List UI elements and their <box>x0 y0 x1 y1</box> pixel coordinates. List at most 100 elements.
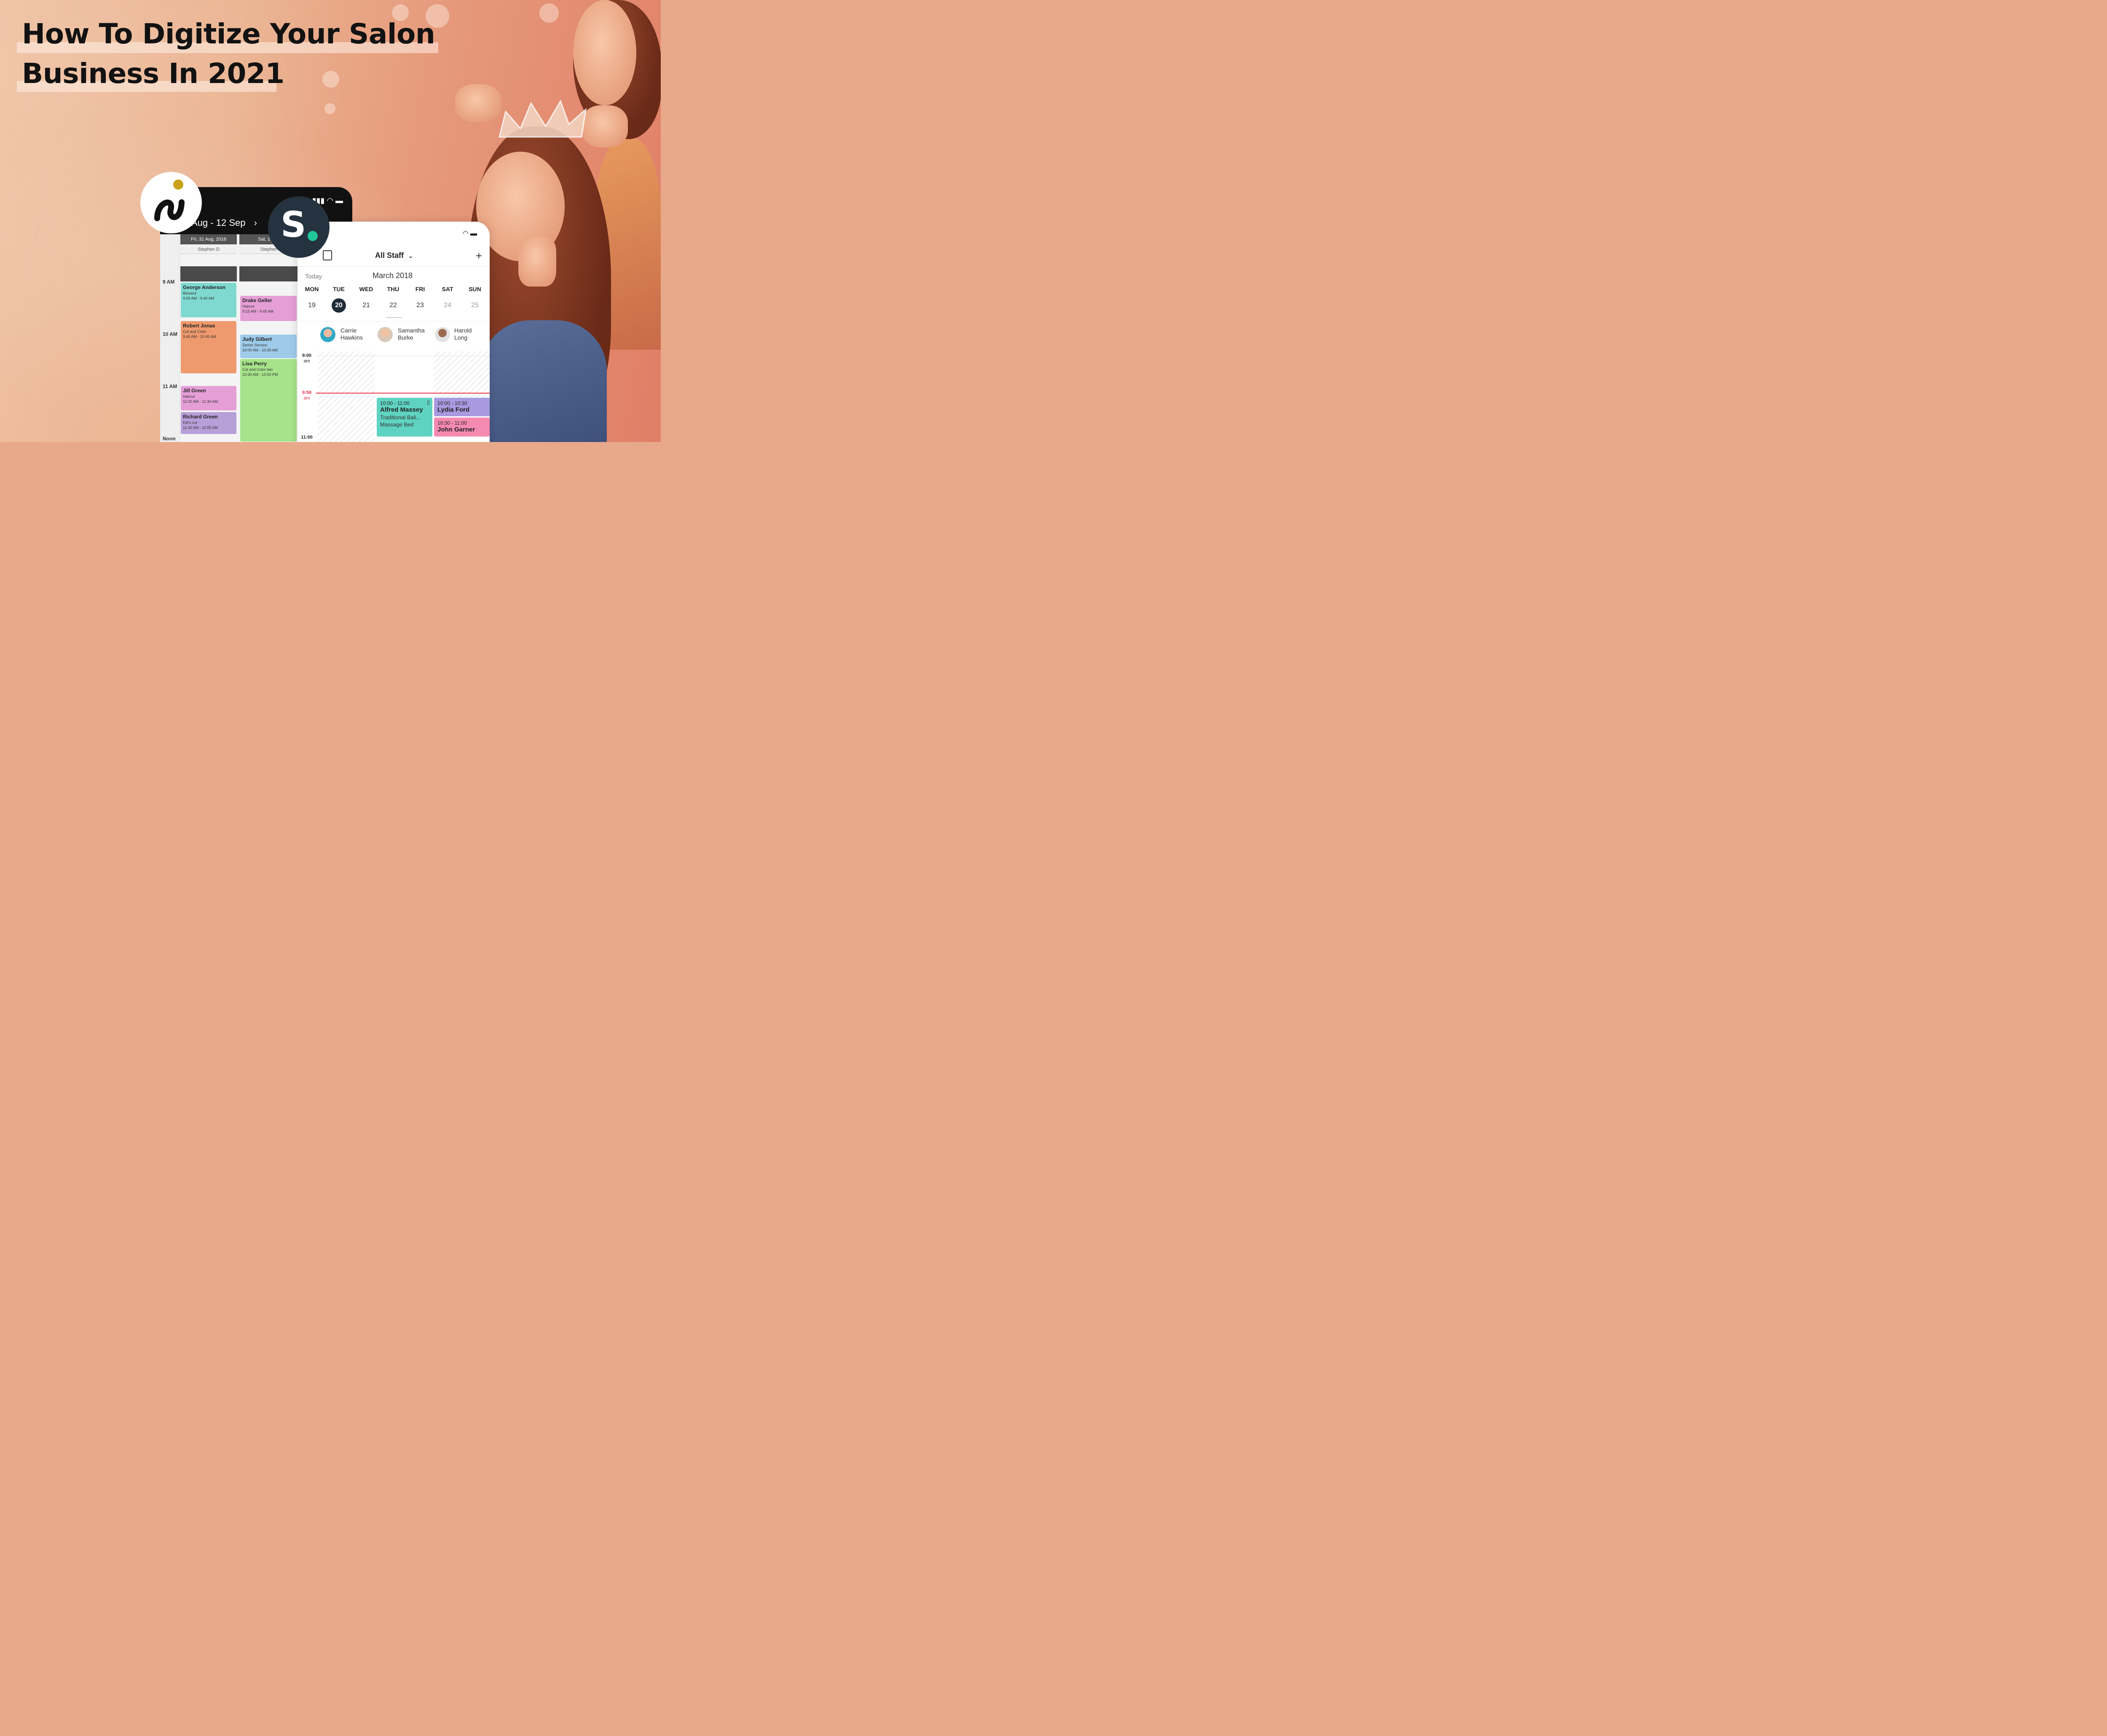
appointment-card[interactable]: Robert Jonas Cut and Color 9:45 AM - 10:… <box>181 321 236 373</box>
time-column: 9 AM 10 AM 11 AM Noon <box>160 234 180 442</box>
avatar <box>435 327 450 342</box>
unavailable-time <box>433 351 490 398</box>
calendar-icon[interactable] <box>323 250 332 260</box>
appointment-client: Drake Geller <box>242 297 272 303</box>
appointment-client: John Garner <box>437 426 475 433</box>
today-button[interactable]: Today <box>305 273 322 280</box>
appointment-card[interactable]: 10:00 - 11:00 Alfred Massey Traditional … <box>377 398 432 437</box>
drag-handle[interactable] <box>386 317 402 318</box>
day-name: SAT <box>442 286 453 292</box>
appointment-card[interactable]: Judy Gilbert Senior Service 10:00 AM - 1… <box>240 335 297 358</box>
appointment-time: 10:00 AM - 10:30 AM <box>242 348 278 352</box>
day-sun[interactable]: SUN 25 <box>464 286 485 313</box>
appointment-client: Jill Green <box>183 388 206 394</box>
time-label: 10 AM <box>163 331 177 337</box>
appointment-card[interactable]: Lisa Perry Cut and Color two 10:30 AM - … <box>240 359 297 442</box>
appointment-time: 10:00 - 10:30 <box>437 400 467 406</box>
appointment-client: Alfred Massey <box>380 406 423 413</box>
day-wed[interactable]: WED 21 <box>356 286 377 313</box>
staff-header[interactable]: Harold Long <box>454 327 472 341</box>
current-time-label: 9:58 am <box>298 390 316 401</box>
appointment-time: 9:45 AM - 10:45 AM <box>183 335 217 339</box>
day-name: WED <box>359 286 373 292</box>
appointment-client: Lydia Ford <box>437 406 470 413</box>
bokeh-light <box>322 71 339 88</box>
day-sat[interactable]: SAT 24 <box>437 286 458 313</box>
staff-last-name: Burke <box>398 334 413 341</box>
banner: How To Digitize Your Salon Business In 2… <box>0 0 661 442</box>
appointment-time: 11:30 AM - 11:55 AM <box>183 426 218 430</box>
s-swirl-logo-icon <box>154 179 185 221</box>
staff-selector-label: All Staff <box>375 251 404 260</box>
day-name: TUE <box>333 286 345 292</box>
appointment-card[interactable]: Richard Green Kid's cut 11:30 AM - 11:55… <box>181 412 236 434</box>
day-date: 23 <box>416 302 424 309</box>
client-neck <box>518 236 556 287</box>
column-staff-label: Stephen D <box>180 245 237 254</box>
day-date: 21 <box>362 302 370 309</box>
appointment-service: Cut and Color <box>183 330 206 334</box>
time-label: 11 AM <box>163 383 177 389</box>
staff-first-name: Harold <box>454 327 472 334</box>
right-phone-mockup: ◠ ▬ All Staff ⌄ + Today March 2018 MON 1… <box>298 222 490 442</box>
appointment-time: 11:00 AM - 11:30 AM <box>183 399 218 404</box>
day-date: 25 <box>471 302 479 309</box>
appointment-service: Blowout <box>183 291 197 295</box>
day-mon[interactable]: MON 19 <box>301 286 322 313</box>
month-label: March 2018 <box>373 271 413 280</box>
day-date: 19 <box>308 302 316 309</box>
staff-header[interactable]: Samantha Burke <box>398 327 425 341</box>
blocked-time <box>180 266 237 281</box>
blocked-time <box>239 266 298 281</box>
staff-last-name: Long <box>454 334 468 341</box>
time-value: 9:00 <box>302 353 312 358</box>
day-thu[interactable]: THU 22 <box>383 286 404 313</box>
day-name: SUN <box>469 286 481 292</box>
staff-selector[interactable]: All Staff ⌄ <box>375 251 413 260</box>
appointment-card[interactable]: Drake Geller Haircut 9:15 AM - 9:45 AM <box>240 296 297 321</box>
time-label: 11:00 <box>298 435 316 440</box>
staff-last-name: Hawkins <box>340 334 363 341</box>
crown-icon <box>499 99 587 138</box>
appointment-time: 9:15 AM - 9:45 AM <box>242 309 274 313</box>
day-date: 22 <box>389 302 397 309</box>
client-dress <box>480 320 607 442</box>
appointment-client: Robert Jonas <box>183 323 215 329</box>
appointment-service: Haircut <box>183 394 195 399</box>
appointment-time: 10:00 - 11:00 <box>380 400 410 406</box>
status-bar-icons: ◠ ▬ <box>462 230 477 237</box>
current-time-line <box>316 393 490 394</box>
selected-day-date: 20 <box>332 298 346 313</box>
calendar-toolbar: All Staff ⌄ + <box>298 248 490 267</box>
day-date: 24 <box>444 302 451 309</box>
appointment-card[interactable]: 10:30 - 11:00 John Garner <box>434 418 490 437</box>
time-label: Noon <box>163 436 176 442</box>
appointment-card[interactable]: Jill Green Haircut 11:00 AM - 11:30 AM <box>181 386 236 410</box>
headline-line-1: How To Digitize Your Salon <box>22 18 435 50</box>
unavailable-time <box>318 351 375 442</box>
appointment-time: 10:30 - 11:00 <box>437 420 467 426</box>
day-name: MON <box>305 286 319 292</box>
column-date-header: Fri, 31 Aug, 2018 <box>180 234 237 244</box>
staff-header[interactable]: Carrie Hawkins <box>340 327 363 341</box>
brand-logo-right: S <box>268 196 330 258</box>
bokeh-light <box>324 103 335 114</box>
add-appointment-icon[interactable]: + <box>476 249 482 263</box>
time-ampm: am <box>303 359 310 364</box>
appointment-card[interactable]: George Anderson Blowout 9:00 AM - 9:40 A… <box>181 283 236 317</box>
appointment-client: Richard Green <box>183 414 218 420</box>
appointment-client: Lisa Perry <box>242 361 267 367</box>
appointment-service: Haircut <box>242 304 255 308</box>
time-value: 9:58 <box>302 390 312 395</box>
appointment-client: George Anderson <box>183 284 225 290</box>
time-ampm: am <box>303 396 310 401</box>
logo-letter: S <box>281 204 306 245</box>
chevron-right-icon[interactable]: › <box>254 217 257 228</box>
appointment-service: Senior Service <box>242 343 267 347</box>
day-fri[interactable]: FRI 23 <box>410 286 431 313</box>
staff-first-name: Samantha <box>398 327 425 334</box>
appointment-card[interactable]: 10:00 - 10:30 Lydia Ford <box>434 398 490 416</box>
appointment-time: 10:30 AM - 12:00 PM <box>242 372 278 377</box>
day-tue[interactable]: TUE 20 <box>328 286 349 313</box>
headline-line-2: Business In 2021 <box>22 57 284 90</box>
